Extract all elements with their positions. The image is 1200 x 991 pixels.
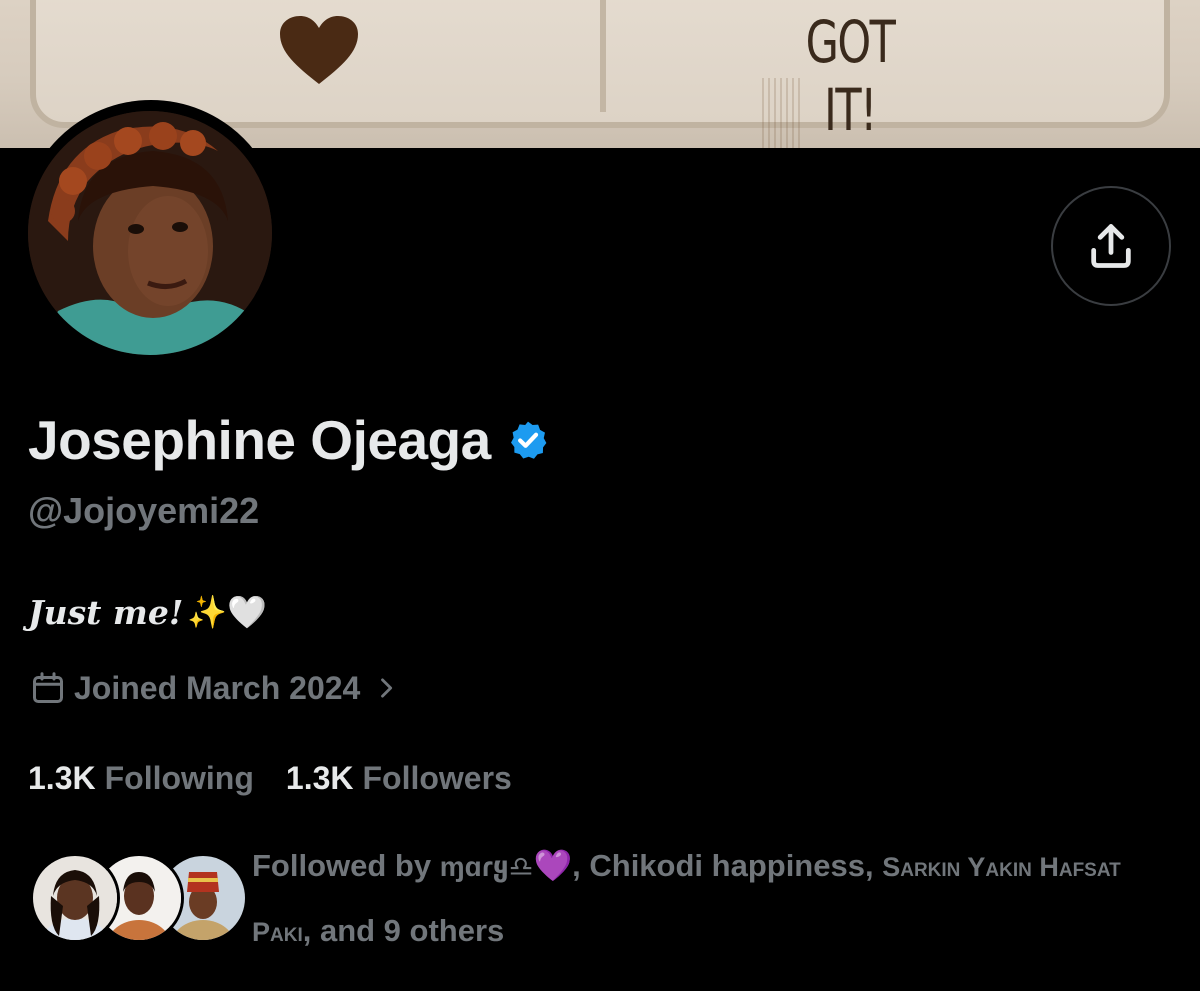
- followed-by-avatars[interactable]: [30, 853, 248, 943]
- joined-date-link[interactable]: Joined March 2024: [30, 664, 400, 712]
- joined-date: Joined March 2024: [74, 669, 361, 706]
- followers-count: 1.3K: [285, 759, 354, 796]
- bio-text: Just me!: [28, 592, 184, 632]
- avatar: [30, 853, 120, 943]
- profile-page: GOT IT! Josephine Ojeaga @Jojoyemi22 Jus…: [0, 0, 1200, 991]
- follow-stats: 1.3K Following 1.3K Followers: [28, 754, 512, 802]
- separator: ,: [572, 848, 590, 883]
- share-upload-icon: [1091, 224, 1131, 268]
- calendar-icon: [33, 672, 63, 703]
- avatar-photo: [28, 111, 272, 355]
- followed-by-text[interactable]: Followed by ɱɑɾყ♎︎💜, Chikodi happiness , …: [252, 834, 1172, 964]
- display-name-row: Josephine Ojeaga: [28, 404, 549, 476]
- follower-name: ɱɑɾყ♎︎: [439, 851, 534, 882]
- follower-name: Chikodi happiness: [589, 848, 865, 883]
- following-count: 1.3K: [28, 759, 96, 796]
- profile-avatar[interactable]: [28, 111, 272, 355]
- banner-divider: [600, 0, 606, 112]
- followed-by-prefix: Followed by: [252, 848, 432, 883]
- chevron-right-icon: [381, 678, 393, 698]
- followers-link[interactable]: 1.3K Followers: [286, 760, 512, 797]
- profile-handle: @Jojoyemi22: [28, 490, 260, 531]
- share-button[interactable]: [1051, 186, 1171, 306]
- followers-label: Followers: [362, 759, 512, 796]
- follower-name-emoji: 💜: [533, 848, 573, 883]
- verified-badge-icon[interactable]: [507, 419, 549, 461]
- following-label: Following: [104, 759, 254, 796]
- separator: ,: [864, 848, 883, 883]
- heart-icon: [280, 16, 358, 84]
- bio-emoji: ✨🤍: [187, 594, 268, 630]
- following-link[interactable]: 1.3K Following: [28, 760, 254, 797]
- profile-bio: Just me! ✨🤍: [28, 584, 267, 640]
- followed-by-suffix: , and 9 others: [302, 913, 505, 948]
- banner-strands: [762, 78, 802, 148]
- display-name: Josephine Ojeaga: [28, 409, 491, 471]
